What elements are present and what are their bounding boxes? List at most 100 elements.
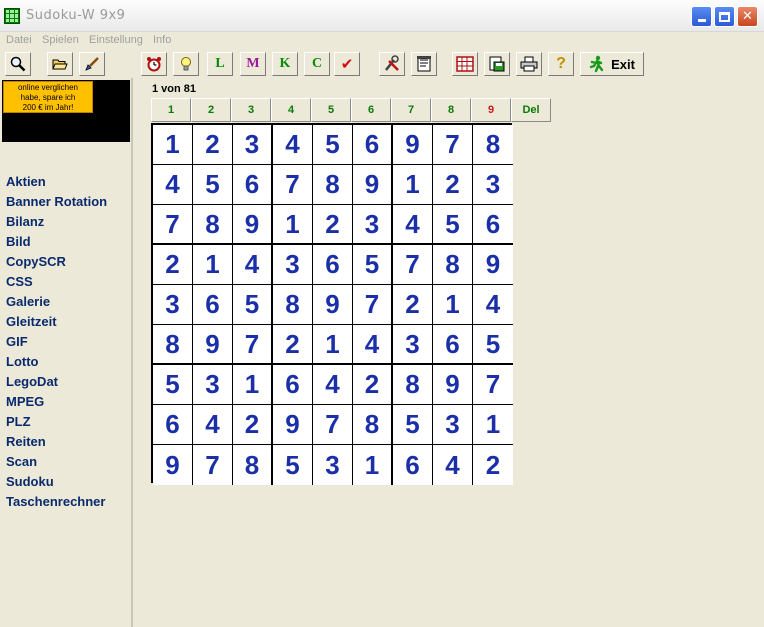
- grid-cell[interactable]: 5: [193, 165, 233, 205]
- grid-cell[interactable]: 8: [393, 365, 433, 405]
- grid-cell[interactable]: 4: [193, 405, 233, 445]
- hint-button[interactable]: [173, 52, 199, 76]
- grid-cell[interactable]: 4: [273, 125, 313, 165]
- number-button-1[interactable]: 1: [151, 98, 191, 122]
- minimize-button[interactable]: [691, 6, 712, 27]
- grid-cell[interactable]: 4: [433, 445, 473, 485]
- number-button-5[interactable]: 5: [311, 98, 351, 122]
- close-button[interactable]: ✕: [737, 6, 758, 27]
- grid-cell[interactable]: 2: [233, 405, 273, 445]
- grid-cell[interactable]: 2: [433, 165, 473, 205]
- grid-cell[interactable]: 7: [473, 365, 513, 405]
- sidebar-item-aktien[interactable]: Aktien: [6, 172, 107, 192]
- sidebar-item-mpeg[interactable]: MPEG: [6, 392, 107, 412]
- grid-cell[interactable]: 9: [193, 325, 233, 365]
- grid-cell[interactable]: 9: [393, 125, 433, 165]
- grid-cell[interactable]: 3: [233, 125, 273, 165]
- grid-cell[interactable]: 9: [233, 205, 273, 245]
- sidebar-item-banner-rotation[interactable]: Banner Rotation: [6, 192, 107, 212]
- sidebar-item-bild[interactable]: Bild: [6, 232, 107, 252]
- delete-button[interactable]: Del: [511, 98, 551, 122]
- grid-cell[interactable]: 5: [153, 365, 193, 405]
- grid-cell[interactable]: 9: [313, 285, 353, 325]
- level-m-button[interactable]: M: [240, 52, 266, 76]
- grid-cell[interactable]: 2: [193, 125, 233, 165]
- grid-cell[interactable]: 5: [393, 405, 433, 445]
- alarm-clock-button[interactable]: [141, 52, 167, 76]
- grid-cell[interactable]: 9: [273, 405, 313, 445]
- grid-cell[interactable]: 6: [313, 245, 353, 285]
- grid-cell[interactable]: 7: [153, 205, 193, 245]
- sidebar-item-lotto[interactable]: Lotto: [6, 352, 107, 372]
- grid-cell[interactable]: 4: [313, 365, 353, 405]
- number-button-8[interactable]: 8: [431, 98, 471, 122]
- grid-cell[interactable]: 7: [273, 165, 313, 205]
- grid-cell[interactable]: 3: [353, 205, 393, 245]
- grid-cell[interactable]: 5: [353, 245, 393, 285]
- number-button-2[interactable]: 2: [191, 98, 231, 122]
- grid-cell[interactable]: 9: [433, 365, 473, 405]
- grid-cell[interactable]: 1: [193, 245, 233, 285]
- number-button-4[interactable]: 4: [271, 98, 311, 122]
- number-button-9[interactable]: 9: [471, 98, 511, 122]
- grid-cell[interactable]: 7: [313, 405, 353, 445]
- maximize-button[interactable]: [714, 6, 735, 27]
- grid-cell[interactable]: 6: [393, 445, 433, 485]
- sidebar-item-galerie[interactable]: Galerie: [6, 292, 107, 312]
- grid-cell[interactable]: 8: [313, 165, 353, 205]
- grid-cell[interactable]: 6: [233, 165, 273, 205]
- grid-cell[interactable]: 3: [153, 285, 193, 325]
- grid-cell[interactable]: 2: [353, 365, 393, 405]
- number-button-3[interactable]: 3: [231, 98, 271, 122]
- grid-cell[interactable]: 1: [393, 165, 433, 205]
- grid-cell[interactable]: 7: [393, 245, 433, 285]
- grid-cell[interactable]: 1: [353, 445, 393, 485]
- grid-cell[interactable]: 6: [353, 125, 393, 165]
- notes-button[interactable]: [411, 52, 437, 76]
- sidebar-item-plz[interactable]: PLZ: [6, 412, 107, 432]
- sidebar-item-copyscr[interactable]: CopySCR: [6, 252, 107, 272]
- grid-cell[interactable]: 5: [433, 205, 473, 245]
- grid-cell[interactable]: 7: [433, 125, 473, 165]
- menu-datei[interactable]: Datei: [6, 34, 32, 46]
- grid-cell[interactable]: 5: [233, 285, 273, 325]
- grid-cell[interactable]: 2: [473, 445, 513, 485]
- grid-cell[interactable]: 7: [233, 325, 273, 365]
- grid-cell[interactable]: 2: [313, 205, 353, 245]
- grid-cell[interactable]: 4: [153, 165, 193, 205]
- grid-cell[interactable]: 4: [233, 245, 273, 285]
- grid-cell[interactable]: 3: [273, 245, 313, 285]
- grid-cell[interactable]: 3: [393, 325, 433, 365]
- sidebar-item-scan[interactable]: Scan: [6, 452, 107, 472]
- grid-cell[interactable]: 7: [353, 285, 393, 325]
- level-c-button[interactable]: C: [304, 52, 330, 76]
- sidebar-item-sudoku[interactable]: Sudoku: [6, 472, 107, 492]
- open-folder-button[interactable]: [47, 52, 73, 76]
- grid-cell[interactable]: 8: [473, 125, 513, 165]
- grid-cell[interactable]: 4: [353, 325, 393, 365]
- grid-cell[interactable]: 9: [473, 245, 513, 285]
- grid-cell[interactable]: 1: [313, 325, 353, 365]
- save-button[interactable]: [484, 52, 510, 76]
- grid-cell[interactable]: 1: [153, 125, 193, 165]
- grid-cell[interactable]: 8: [233, 445, 273, 485]
- grid-cell[interactable]: 1: [473, 405, 513, 445]
- level-k-button[interactable]: K: [272, 52, 298, 76]
- grid-cell[interactable]: 8: [153, 325, 193, 365]
- grid-cell[interactable]: 1: [433, 285, 473, 325]
- grid-cell[interactable]: 7: [193, 445, 233, 485]
- grid-cell[interactable]: 2: [393, 285, 433, 325]
- grid-view-button[interactable]: [452, 52, 478, 76]
- grid-cell[interactable]: 6: [473, 205, 513, 245]
- tools-button[interactable]: [379, 52, 405, 76]
- menu-spielen[interactable]: Spielen: [42, 34, 79, 46]
- level-l-button[interactable]: L: [207, 52, 233, 76]
- print-button[interactable]: [516, 52, 542, 76]
- grid-cell[interactable]: 2: [153, 245, 193, 285]
- brush-button[interactable]: [79, 52, 105, 76]
- number-button-7[interactable]: 7: [391, 98, 431, 122]
- check-button[interactable]: ✔: [334, 52, 360, 76]
- grid-cell[interactable]: 5: [313, 125, 353, 165]
- grid-cell[interactable]: 5: [273, 445, 313, 485]
- grid-cell[interactable]: 6: [193, 285, 233, 325]
